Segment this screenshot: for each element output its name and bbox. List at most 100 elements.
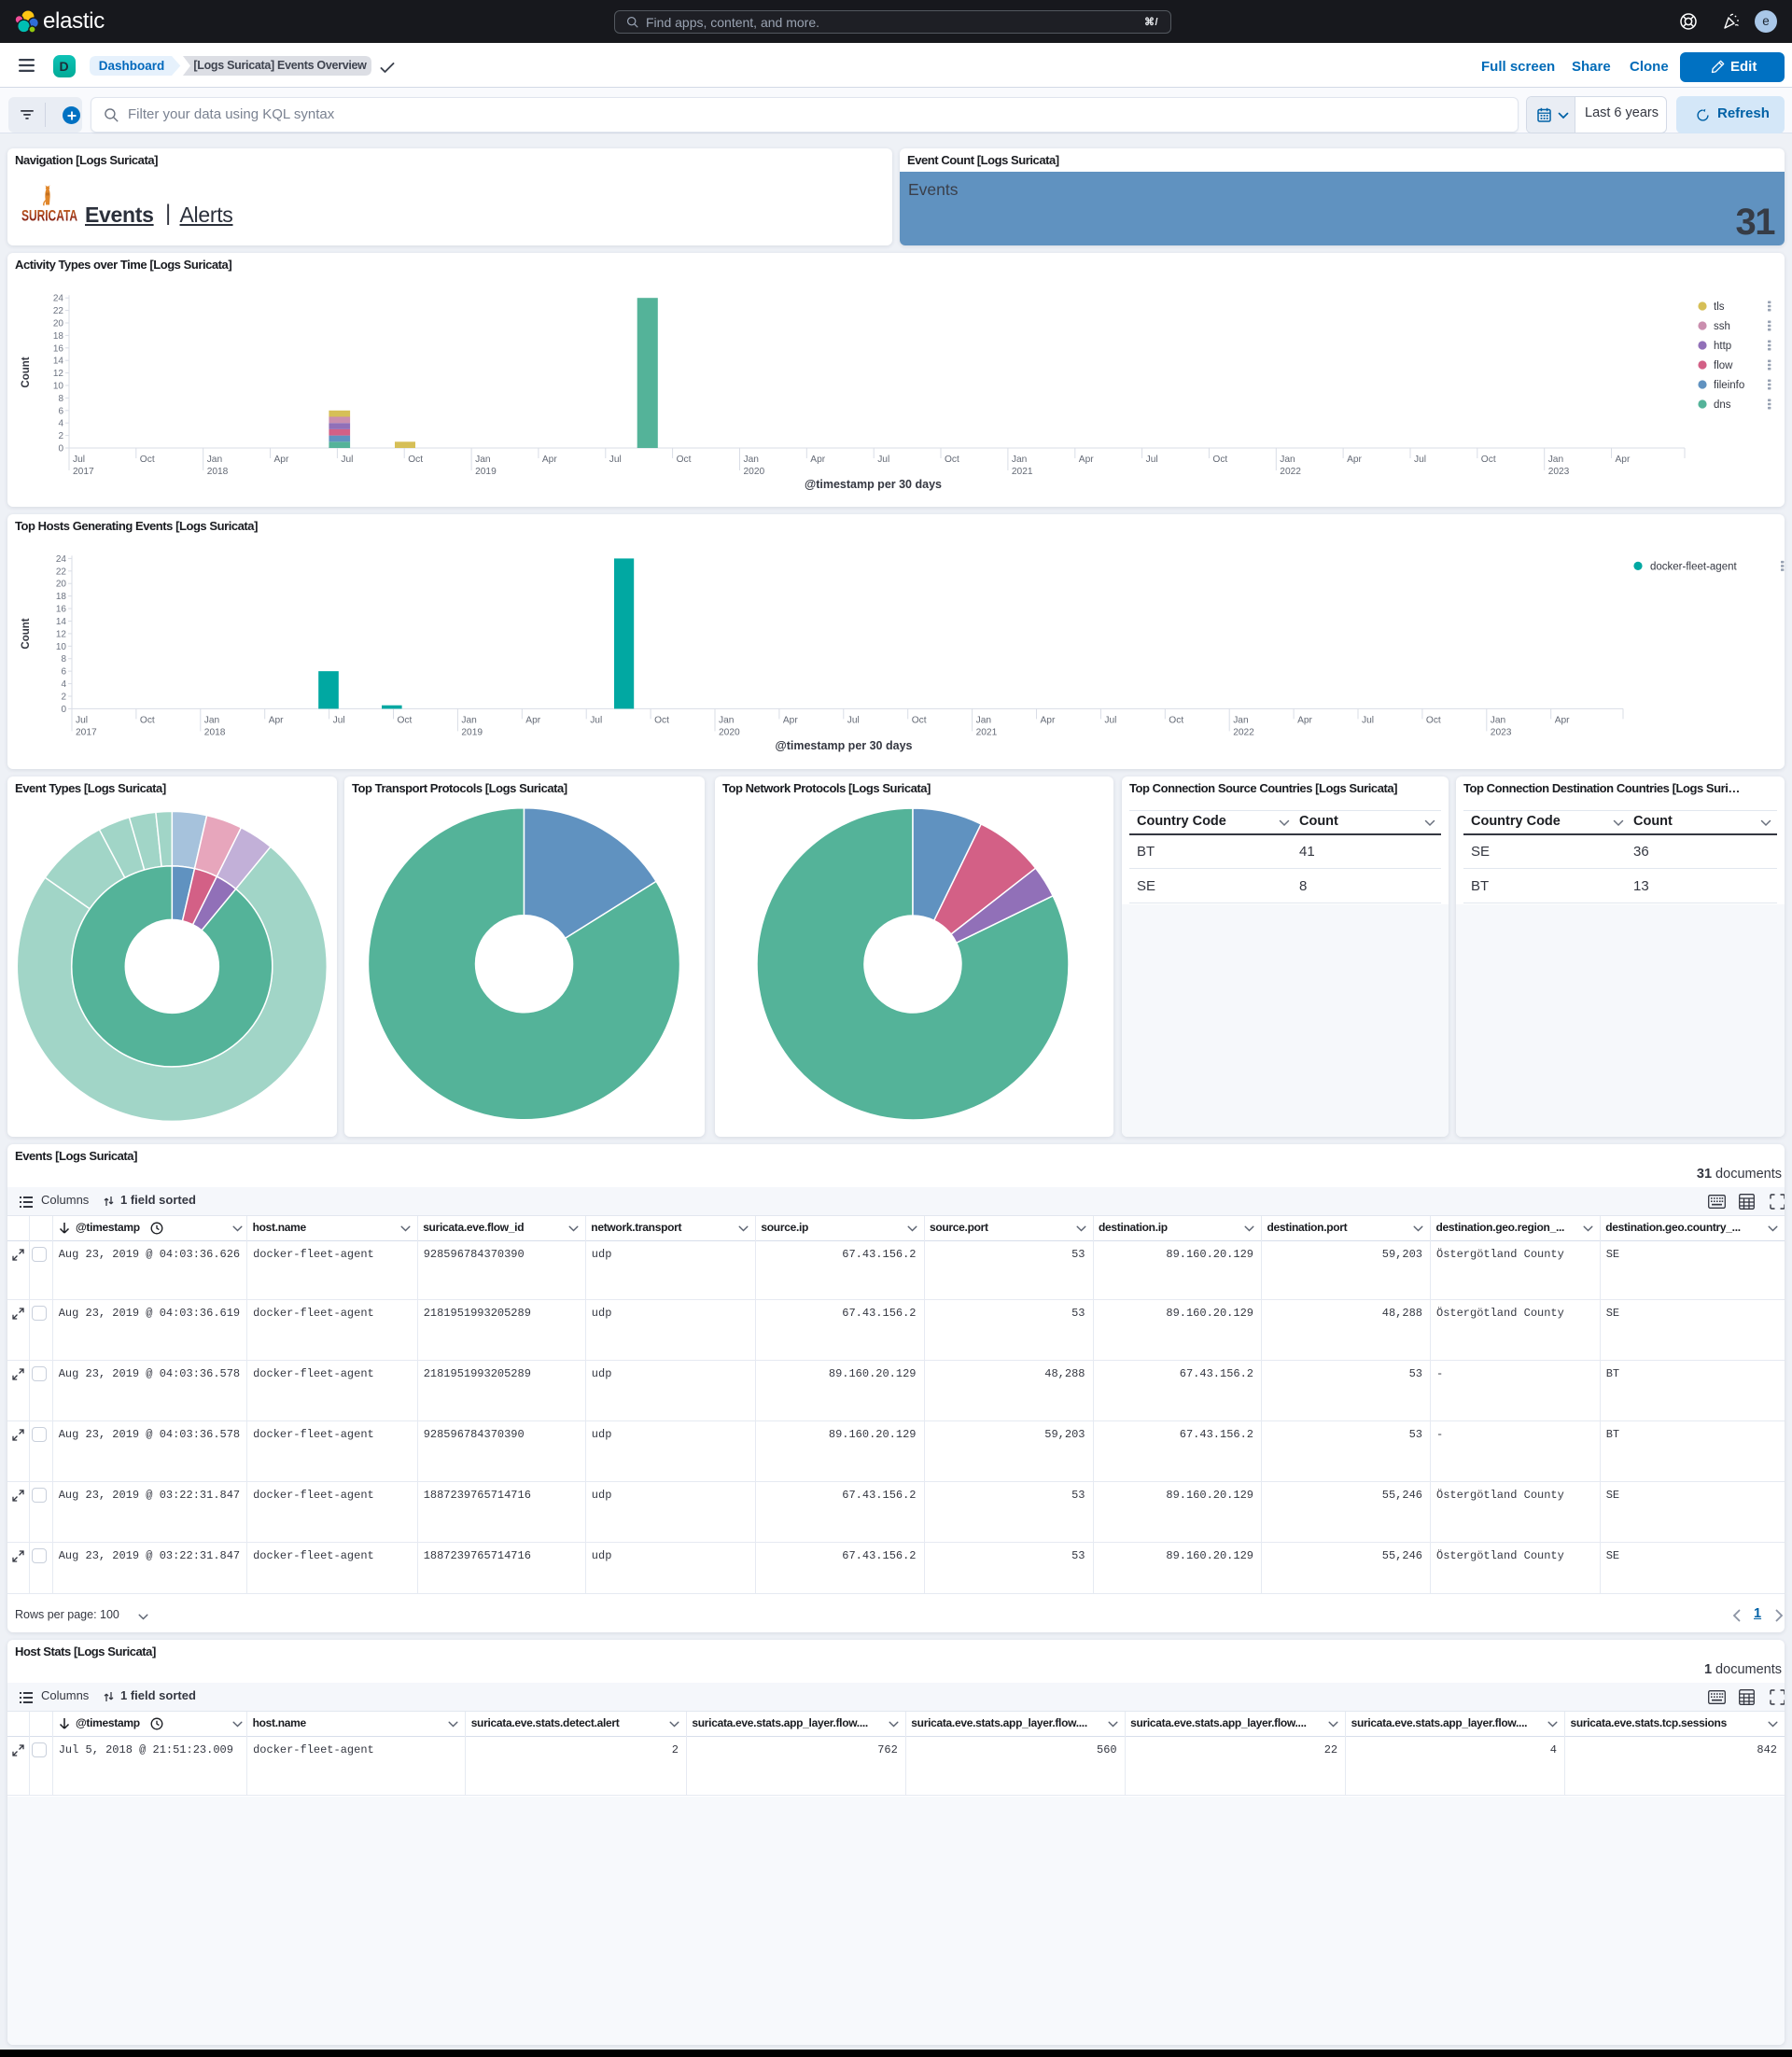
svg-text:Jul: Jul xyxy=(73,455,85,465)
svg-text:Apr: Apr xyxy=(783,715,798,725)
svg-text:Jan: Jan xyxy=(719,715,734,725)
svg-text:Oct: Oct xyxy=(945,455,959,465)
svg-text:SURICATA: SURICATA xyxy=(21,208,77,224)
svg-text:12: 12 xyxy=(53,369,64,379)
svg-text:6: 6 xyxy=(58,406,63,416)
svg-text:10: 10 xyxy=(56,642,67,652)
svg-text:Jul: Jul xyxy=(847,715,860,725)
svg-text:2019: 2019 xyxy=(475,467,497,477)
svg-text:2: 2 xyxy=(58,431,63,441)
svg-text:22: 22 xyxy=(53,306,64,316)
svg-text:Oct: Oct xyxy=(1481,455,1496,465)
svg-text:18: 18 xyxy=(56,592,67,602)
svg-text:Jul: Jul xyxy=(1104,715,1116,725)
svg-text:http: http xyxy=(1714,341,1731,352)
svg-text:Jul: Jul xyxy=(609,455,622,465)
svg-text:2020: 2020 xyxy=(744,467,765,477)
svg-text:Jan: Jan xyxy=(475,455,490,465)
svg-text:2: 2 xyxy=(61,692,66,702)
svg-text:fileinfo: fileinfo xyxy=(1714,380,1744,391)
svg-text:dns: dns xyxy=(1714,399,1731,411)
svg-text:Apr: Apr xyxy=(274,455,289,465)
svg-text:Jan: Jan xyxy=(1280,455,1295,465)
svg-text:Jan: Jan xyxy=(204,715,219,725)
svg-text:Jul: Jul xyxy=(76,715,88,725)
svg-text:Apr: Apr xyxy=(1347,455,1362,465)
svg-text:8: 8 xyxy=(58,394,63,404)
svg-text:Apr: Apr xyxy=(525,715,540,725)
svg-text:2018: 2018 xyxy=(204,727,226,737)
svg-text:Jan: Jan xyxy=(461,715,476,725)
svg-text:Jul: Jul xyxy=(590,715,602,725)
svg-text:0: 0 xyxy=(61,705,66,715)
svg-text:Apr: Apr xyxy=(1297,715,1312,725)
svg-text:Oct: Oct xyxy=(398,715,413,725)
svg-text:Jan: Jan xyxy=(1491,715,1505,725)
svg-text:@timestamp per 30 days: @timestamp per 30 days xyxy=(805,478,942,491)
svg-text:24: 24 xyxy=(56,554,67,565)
svg-text:2017: 2017 xyxy=(73,467,94,477)
svg-text:2020: 2020 xyxy=(719,727,740,737)
svg-text:Oct: Oct xyxy=(1212,455,1227,465)
svg-text:6: 6 xyxy=(61,667,66,678)
svg-text:14: 14 xyxy=(53,357,64,367)
svg-text:20: 20 xyxy=(56,580,67,590)
svg-text:Jan: Jan xyxy=(744,455,759,465)
svg-text:8: 8 xyxy=(61,654,66,665)
svg-text:10: 10 xyxy=(53,382,64,392)
svg-text:docker-fleet-agent: docker-fleet-agent xyxy=(1650,561,1737,572)
svg-text:Oct: Oct xyxy=(408,455,423,465)
svg-text:2021: 2021 xyxy=(1012,467,1033,477)
svg-text:Count: Count xyxy=(21,357,32,387)
svg-text:14: 14 xyxy=(56,617,67,627)
svg-text:Jan: Jan xyxy=(1548,455,1563,465)
svg-text:Apr: Apr xyxy=(1079,455,1094,465)
svg-text:2019: 2019 xyxy=(461,727,483,737)
svg-text:Apr: Apr xyxy=(542,455,557,465)
svg-text:Jul: Jul xyxy=(1146,455,1158,465)
svg-text:Oct: Oct xyxy=(912,715,927,725)
svg-text:Apr: Apr xyxy=(1041,715,1056,725)
svg-text:Jul: Jul xyxy=(333,715,345,725)
svg-text:Jan: Jan xyxy=(1233,715,1248,725)
svg-text:Count: Count xyxy=(21,618,32,649)
svg-text:4: 4 xyxy=(61,679,66,690)
svg-text:Oct: Oct xyxy=(654,715,669,725)
svg-text:Jul: Jul xyxy=(877,455,889,465)
svg-text:Jan: Jan xyxy=(976,715,991,725)
svg-text:4: 4 xyxy=(58,419,63,429)
svg-text:Oct: Oct xyxy=(140,455,155,465)
svg-text:12: 12 xyxy=(56,629,67,639)
svg-text:Jul: Jul xyxy=(341,455,353,465)
svg-text:Apr: Apr xyxy=(1555,715,1570,725)
svg-text:Oct: Oct xyxy=(677,455,692,465)
svg-text:ssh: ssh xyxy=(1714,321,1730,332)
svg-text:2022: 2022 xyxy=(1280,467,1301,477)
svg-text:Jan: Jan xyxy=(1012,455,1027,465)
svg-text:flow: flow xyxy=(1714,360,1733,371)
svg-text:Apr: Apr xyxy=(1616,455,1631,465)
svg-text:24: 24 xyxy=(53,294,64,304)
svg-text:2021: 2021 xyxy=(976,727,998,737)
svg-text:20: 20 xyxy=(53,319,64,329)
svg-text:22: 22 xyxy=(56,567,67,577)
svg-text:Jul: Jul xyxy=(1414,455,1426,465)
svg-text:2023: 2023 xyxy=(1491,727,1512,737)
svg-text:Jul: Jul xyxy=(1362,715,1374,725)
svg-text:2017: 2017 xyxy=(76,727,97,737)
svg-text:Oct: Oct xyxy=(140,715,155,725)
svg-text:2018: 2018 xyxy=(207,467,229,477)
svg-text:2022: 2022 xyxy=(1233,727,1254,737)
svg-text:Oct: Oct xyxy=(1169,715,1183,725)
svg-text:18: 18 xyxy=(53,331,64,342)
svg-text:Apr: Apr xyxy=(269,715,284,725)
svg-text:Apr: Apr xyxy=(810,455,825,465)
svg-text:16: 16 xyxy=(56,605,67,615)
svg-text:Oct: Oct xyxy=(1426,715,1441,725)
svg-text:0: 0 xyxy=(58,444,63,455)
svg-text:tls: tls xyxy=(1714,301,1725,313)
svg-text:2023: 2023 xyxy=(1548,467,1570,477)
svg-text:@timestamp per 30 days: @timestamp per 30 days xyxy=(776,739,913,752)
svg-text:Jan: Jan xyxy=(207,455,222,465)
svg-text:16: 16 xyxy=(53,343,64,354)
